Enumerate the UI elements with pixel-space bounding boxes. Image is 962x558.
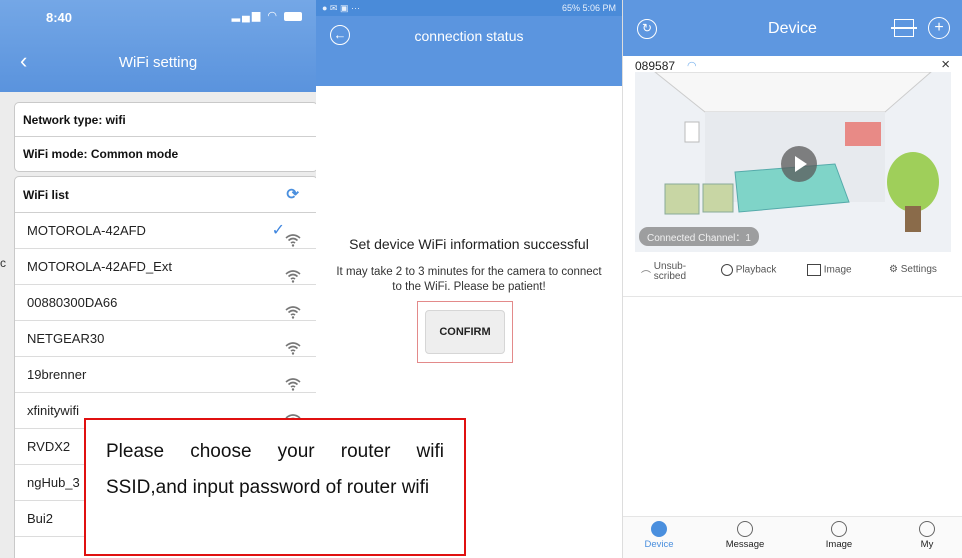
gear-icon: ⚙ (889, 264, 898, 275)
network-type-row: Network type: wifi (15, 103, 316, 137)
confirm-highlight: CONFIRM (417, 301, 513, 363)
instruction-callout: Please choose your router wifi SSID,and … (84, 418, 466, 556)
wifi-setting-header: 8:40 ▂▄▆ ◠ ‹ WiFi setting (0, 0, 316, 92)
tab-message[interactable]: Message (715, 521, 775, 550)
play-icon[interactable] (781, 146, 817, 182)
wifi-list-item[interactable]: NETGEAR30 (15, 321, 316, 357)
wifi-mode-row[interactable]: WiFi mode: Common mode (15, 137, 316, 171)
confirm-button[interactable]: CONFIRM (425, 310, 505, 354)
check-icon: ✓ (271, 222, 285, 239)
device-screen: ↻ Device + 089587 ◠ × Connected Channel：… (622, 0, 962, 558)
chair (664, 183, 700, 215)
wifi-icon (285, 369, 301, 391)
plant (887, 152, 939, 212)
wifi-icon (285, 405, 301, 427)
tab-image-label: Image (825, 539, 853, 550)
connection-badge: Connected Channel：1 (639, 227, 759, 246)
tab-my-label: My (920, 539, 934, 550)
image-icon (807, 264, 821, 276)
wifi-ssid: xfinitywifi (27, 403, 80, 418)
wifi-icon (285, 225, 301, 247)
wall-art (845, 122, 881, 146)
wifi-list-title: WiFi list (23, 188, 69, 202)
settings-label: Settings (900, 264, 937, 275)
status-right: 65% 5:06 PM (561, 3, 616, 13)
user-tab-icon (919, 521, 935, 537)
screenshot-root: 8:40 ▂▄▆ ◠ ‹ WiFi setting Network type: … (0, 0, 962, 558)
playback-action[interactable]: Playback (721, 264, 776, 276)
connection-status-header: ← connection status (316, 16, 622, 86)
image-action[interactable]: Image (807, 264, 852, 276)
rss-icon: ⌒ (641, 271, 651, 282)
refresh-icon[interactable]: ⟳ (286, 177, 299, 213)
device-id: 089587 (635, 59, 676, 73)
wifi-list-header: WiFi list ⟳ (15, 177, 316, 213)
image-tab-icon (831, 521, 847, 537)
page-title: WiFi setting (118, 54, 198, 71)
tab-device[interactable]: Device (629, 521, 689, 550)
wifi-ssid: ngHub_3 (27, 475, 80, 490)
instruction-text: Please choose your router wifi SSID,and … (106, 441, 444, 498)
wait-message: It may take 2 to 3 minutes for the camer… (336, 266, 602, 293)
status-time: 8:40 (46, 10, 73, 25)
tab-message-label: Message (725, 539, 765, 550)
status-icons: ▂▄▆ ◠ (232, 9, 302, 22)
wifi-ssid: MOTOROLA-42AFD_Ext (27, 259, 172, 274)
success-message: Set device WiFi information successful (349, 236, 589, 252)
wifi-ssid: 19brenner (27, 367, 87, 382)
wifi-icon (285, 333, 301, 355)
playback-label: Playback (735, 264, 777, 276)
wifi-ssid: Bui2 (27, 511, 54, 526)
wifi-list-item[interactable]: 19brenner (15, 357, 316, 393)
unsubscribed-action[interactable]: ⌒ Unsub-scribed (641, 262, 690, 282)
unsubscribed-label: Unsub-scribed (653, 261, 687, 282)
wifi-ssid: NETGEAR30 (27, 331, 105, 346)
stray-text: c (0, 256, 6, 270)
page-title: connection status (414, 28, 524, 44)
settings-action[interactable]: ⚙ Settings (889, 264, 937, 275)
close-icon[interactable]: × (941, 56, 950, 73)
notification-icons: ● ✉ ▣ ··· (322, 3, 360, 13)
wifi-ssid: MOTOROLA-42AFD (27, 223, 146, 238)
divider (623, 296, 962, 297)
wifi-list-item[interactable]: 00880300DA66 (15, 285, 316, 321)
network-info-card: Network type: wifi WiFi mode: Common mod… (14, 102, 316, 172)
bottom-tab-bar: Device Message Image My (623, 516, 962, 558)
tab-my[interactable]: My (897, 521, 957, 550)
scan-icon[interactable] (891, 19, 917, 37)
wifi-signal-icon: ◠ (687, 60, 697, 72)
wifi-icon (285, 261, 301, 283)
wifi-ssid: 00880300DA66 (27, 295, 118, 310)
device-tab-icon (651, 521, 667, 537)
add-device-icon[interactable]: + (928, 17, 950, 39)
message-tab-icon (737, 521, 753, 537)
device-header: ↻ Device + (623, 0, 962, 56)
device-actions: ⌒ Unsub-scribed Playback Image ⚙ Setting… (635, 262, 962, 288)
camera-preview[interactable]: Connected Channel：1 (635, 72, 951, 252)
tab-device-label: Device (644, 539, 674, 550)
wifi-icon (285, 297, 301, 319)
wifi-list-item[interactable]: MOTOROLA-42AFD ✓ (15, 213, 316, 249)
image-label: Image (823, 264, 852, 276)
tab-image[interactable]: Image (809, 521, 869, 550)
battery-icon (284, 11, 302, 21)
wifi-ssid: RVDX2 (27, 439, 71, 454)
status-bar: ● ✉ ▣ ··· 65% 5:06 PM (316, 0, 622, 16)
wifi-list-item[interactable]: MOTOROLA-42AFD_Ext (15, 249, 316, 285)
playback-icon (721, 264, 733, 276)
